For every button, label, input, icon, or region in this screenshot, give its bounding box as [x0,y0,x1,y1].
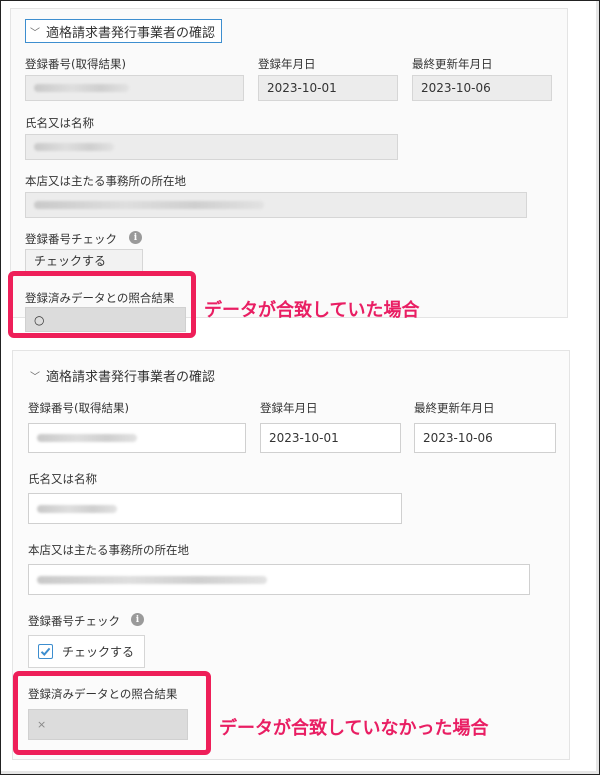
top-name-field [25,134,398,160]
top-registration-number-label: 登録番号(取得結果) [25,57,126,71]
top-section-title: 適格請求書発行事業者の確認 [46,25,216,41]
checkmark-icon [40,647,51,656]
top-registration-date-label: 登録年月日 [258,57,316,71]
redacted-registration-number [37,434,137,442]
bottom-registration-number-field[interactable] [28,423,246,453]
top-check-button[interactable]: チェックする [25,249,143,272]
bottom-annotation: データが合致していなかった場合 [219,718,489,739]
redacted-address [34,201,264,209]
bottom-address-label: 本店又は主たる事務所の所在地 [28,543,189,557]
top-annotation: データが合致していた場合 [204,300,420,321]
bottom-section-title: 適格請求書発行事業者の確認 [46,370,216,385]
top-address-label: 本店又は主たる事務所の所在地 [25,174,186,188]
top-check-button-label: チェックする [34,254,107,268]
top-section-header[interactable]: ﹀ 適格請求書発行事業者の確認 [25,19,223,43]
redacted-name [34,143,114,151]
bottom-match-field: × [28,709,188,740]
top-last-updated-value: 2023-10-06 [421,81,491,95]
top-check-label: 登録番号チェック [25,232,117,246]
info-icon[interactable]: i [131,613,144,626]
bottom-last-updated-value: 2023-10-06 [423,431,493,445]
redacted-registration-number [34,84,129,92]
top-match-label: 登録済みデータとの照合結果 [25,291,175,305]
redacted-address [37,575,267,584]
bottom-section-header[interactable]: ﹀ 適格請求書発行事業者の確認 [30,366,215,385]
bottom-check-control[interactable]: チェックする [28,635,145,668]
top-match-field: ○ [25,307,186,332]
bottom-registration-date-label: 登録年月日 [260,401,318,415]
bottom-last-updated-field[interactable]: 2023-10-06 [414,423,556,453]
info-icon[interactable]: i [129,231,142,244]
chevron-down-icon: ﹀ [30,372,40,383]
bottom-check-label-text: チェックする [62,645,135,659]
bottom-match-value: × [37,718,47,731]
chevron-down-icon: ﹀ [30,27,40,39]
bottom-registration-date-field[interactable]: 2023-10-01 [260,423,401,453]
checkbox[interactable] [38,644,53,659]
bottom-registration-date-value: 2023-10-01 [269,431,339,445]
top-registration-date-value: 2023-10-01 [267,81,337,95]
bottom-address-field[interactable] [28,564,530,595]
bottom-match-label: 登録済みデータとの照合結果 [28,687,178,701]
top-last-updated-field: 2023-10-06 [412,75,552,101]
bottom-last-updated-label: 最終更新年月日 [414,401,495,415]
top-registration-date-field: 2023-10-01 [258,75,398,101]
bottom-check-label: 登録番号チェック [28,614,120,628]
top-name-label: 氏名又は名称 [25,116,94,130]
bottom-name-label: 氏名又は名称 [28,472,97,486]
bottom-registration-number-label: 登録番号(取得結果) [28,401,129,415]
top-registration-number-field [25,75,244,101]
bottom-name-field[interactable] [28,493,402,524]
top-match-value: ○ [34,312,45,327]
top-address-field [25,192,527,218]
top-last-updated-label: 最終更新年月日 [412,57,493,71]
redacted-name [37,504,117,513]
